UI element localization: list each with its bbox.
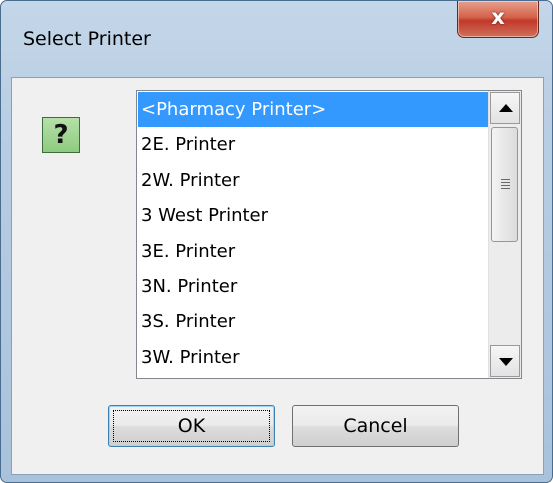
printer-list-item[interactable]: 3S. Printer [138, 304, 489, 339]
vertical-scrollbar[interactable] [488, 91, 521, 378]
dialog-title: Select Printer [23, 28, 151, 50]
printer-list[interactable]: <Pharmacy Printer> 2E. Printer 2W. Printer… [136, 90, 522, 379]
arrow-up-icon [499, 104, 513, 112]
close-icon: x [491, 5, 505, 29]
close-button[interactable]: x [457, 1, 539, 38]
cancel-button-label: Cancel [343, 415, 408, 437]
focus-rectangle [113, 410, 270, 442]
printer-list-item[interactable]: 2E. Printer [138, 127, 489, 162]
printer-list-item[interactable]: 3 West Printer [138, 198, 489, 233]
printer-list-item[interactable]: 3W. Printer [138, 340, 489, 375]
scroll-down-button[interactable] [490, 345, 520, 377]
printer-list-item[interactable]: <Pharmacy Printer> [138, 92, 489, 128]
title-bar[interactable]: Select Printer x [1, 1, 552, 77]
ok-button[interactable]: OK [108, 405, 275, 447]
printer-list-item[interactable]: 3E. Printer [138, 234, 489, 269]
scroll-thumb[interactable] [491, 127, 518, 242]
scroll-up-button[interactable] [490, 92, 520, 124]
printer-list-item[interactable]: 3N. Printer [138, 269, 489, 304]
select-printer-dialog: Select Printer x ? <Pharmacy Printer> 2E.… [0, 0, 553, 483]
printer-list-item[interactable]: 2W. Printer [138, 163, 489, 198]
printer-list-items: <Pharmacy Printer> 2E. Printer 2W. Printer… [138, 92, 489, 375]
grip-icon [501, 179, 510, 189]
cancel-button[interactable]: Cancel [292, 405, 459, 447]
question-icon: ? [42, 117, 80, 153]
arrow-down-icon [499, 358, 513, 366]
